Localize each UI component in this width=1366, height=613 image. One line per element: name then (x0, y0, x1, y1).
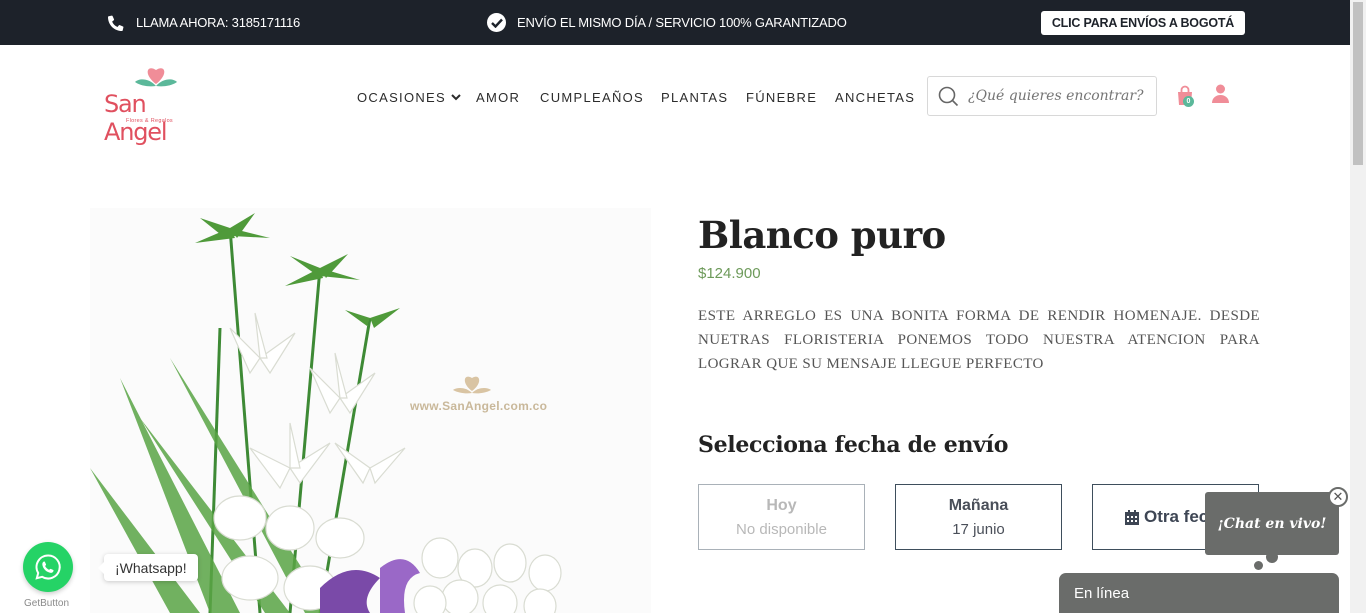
nav-label: AMOR (476, 89, 521, 105)
product-image[interactable] (90, 208, 651, 613)
scrollbar-thumb[interactable] (1353, 2, 1363, 165)
check-circle-icon (487, 13, 506, 32)
whatsapp-button[interactable] (23, 542, 73, 592)
page-scrollbar[interactable] (1350, 0, 1366, 613)
tomorrow-date: 17 junio (952, 520, 1005, 538)
nav-label: CUMPLEAÑOS (540, 89, 645, 105)
nav-label: OCASIONES (357, 89, 446, 105)
product-description: ESTE ARREGLO ES UNA BONITA FORMA DE REND… (698, 308, 1260, 372)
live-chat-popup[interactable]: ¡Chat en vivo! (1205, 492, 1339, 555)
search-icon (938, 86, 959, 106)
calendar-icon (1125, 509, 1139, 525)
logo-subtitle: Flores & Regalos (126, 118, 173, 124)
whatsapp-label-text: ¡Whatsapp! (115, 559, 187, 576)
phone-icon (108, 15, 124, 31)
nav-amor[interactable]: AMOR (476, 87, 520, 107)
nav-ocasiones[interactable]: OCASIONES (357, 87, 461, 107)
chevron-down-icon (451, 93, 461, 100)
user-icon[interactable] (1211, 84, 1230, 104)
site-logo[interactable]: San Angel Flores & Regalos (104, 62, 208, 146)
today-label: Hoy (766, 496, 797, 514)
shipping-label: ENVÍO EL MISMO DÍA / SERVICIO 100% GARAN… (517, 15, 847, 30)
nav-label: ANCHETAS (835, 89, 916, 105)
chat-bubble-dot (1254, 561, 1263, 570)
chat-popup-label: ¡Chat en vivo! (1217, 515, 1327, 532)
chat-status-bar[interactable]: En línea (1059, 573, 1339, 613)
nav-label: FÚNEBRE (746, 89, 818, 105)
image-watermark: www.SanAngel.com.co (410, 399, 548, 413)
tomorrow-label: Mañana (948, 496, 1009, 514)
shipping-notice: ENVÍO EL MISMO DÍA / SERVICIO 100% GARAN… (487, 0, 847, 45)
bogota-shipping-button[interactable]: CLIC PARA ENVÍOS A BOGOTÁ (1041, 11, 1245, 35)
chat-status-label: En línea (1074, 585, 1130, 602)
getbutton-brand[interactable]: GetButton (24, 598, 69, 609)
top-bar: LLAMA AHORA: 3185171116 ENVÍO EL MISMO D… (0, 0, 1350, 45)
chat-bubble-dot (1266, 551, 1278, 563)
today-status: No disponible (736, 520, 827, 538)
delivery-date-heading: Selecciona fecha de envío (698, 432, 1009, 458)
product-title: Blanco puro (698, 213, 946, 257)
nav-funebre[interactable]: FÚNEBRE (746, 87, 817, 107)
search-input[interactable] (968, 88, 1148, 104)
chat-close-button[interactable]: ✕ (1328, 487, 1348, 507)
whatsapp-label[interactable]: ¡Whatsapp! (98, 554, 198, 581)
product-price: $124.900 (698, 265, 761, 282)
cart-count-badge: 0 (1183, 96, 1194, 107)
watermark-heart-icon (453, 376, 491, 394)
search-box[interactable] (927, 76, 1157, 116)
delivery-tomorrow-option[interactable]: Mañana 17 junio (895, 484, 1062, 550)
nav-label: PLANTAS (661, 89, 729, 105)
flower-arrangement-image (90, 208, 651, 613)
nav-plantas[interactable]: PLANTAS (661, 87, 728, 107)
close-icon: ✕ (1332, 489, 1344, 504)
delivery-today-option[interactable]: Hoy No disponible (698, 484, 865, 550)
call-label: LLAMA AHORA: 3185171116 (136, 15, 301, 30)
nav-cumpleanos[interactable]: CUMPLEAÑOS (540, 87, 644, 107)
nav-anchetas[interactable]: ANCHETAS (835, 87, 915, 107)
call-now[interactable]: LLAMA AHORA: 3185171116 (108, 0, 300, 45)
whatsapp-icon (35, 554, 61, 580)
